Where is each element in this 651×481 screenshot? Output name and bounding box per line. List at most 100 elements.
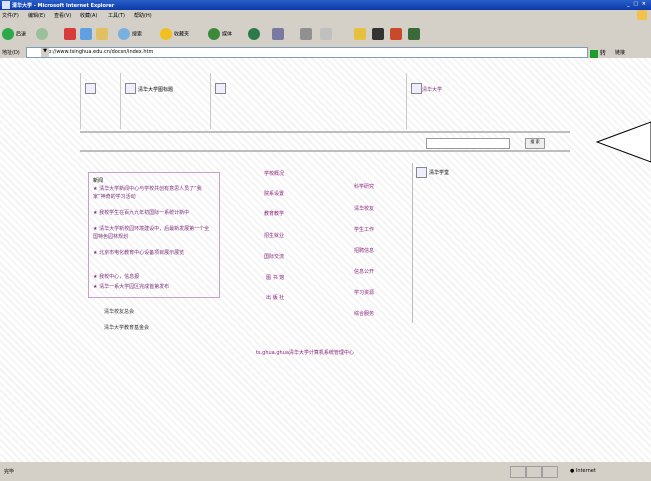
mail-icon xyxy=(272,28,284,40)
broken-image-icon xyxy=(125,83,136,94)
search-icon xyxy=(118,28,130,40)
nav-link[interactable]: 图 书 馆 xyxy=(266,274,284,281)
address-input[interactable]: http://www.tsinghua.edu.cn/docsn/index.h… xyxy=(26,47,588,58)
mail-button[interactable] xyxy=(272,28,286,40)
forward-button[interactable] xyxy=(36,28,50,40)
banner-image-text: 清华大学图标题 xyxy=(138,87,174,93)
nav-link[interactable]: 教育教学 xyxy=(264,210,284,217)
web-page: 清华大学图标题 清华大学 搜 索 新闻 ★ 清华大学新闻中心与学校共创有意思人员… xyxy=(0,58,651,462)
messenger-button[interactable] xyxy=(372,28,386,40)
status-panel xyxy=(542,466,558,478)
ie-icon xyxy=(2,1,10,9)
go-arrow-icon xyxy=(590,49,598,58)
address-label: 地址(D) xyxy=(2,50,20,56)
news-item[interactable]: ★ 我校学生在百九九年初国际一系统计新中 xyxy=(93,209,213,217)
divider xyxy=(80,131,570,133)
history-button[interactable] xyxy=(248,28,262,40)
forward-icon xyxy=(36,28,48,40)
title-bar: 清华大学 - Microsoft Internet Explorer _ □ × xyxy=(0,0,651,10)
news-item[interactable]: ★ 清华一系大学园区完成首第发布 xyxy=(93,283,213,291)
edit-icon xyxy=(320,28,332,40)
discuss-button[interactable] xyxy=(408,28,422,40)
stop-button[interactable] xyxy=(64,28,78,40)
research-icon xyxy=(390,28,402,40)
banner-cell-3 xyxy=(210,73,407,129)
back-icon xyxy=(2,28,14,40)
print-icon xyxy=(300,28,312,40)
media-icon xyxy=(208,28,220,40)
news-item[interactable]: ★ 清华大学新校园环境建设中，后最新发展第一个全国特色园林规划 xyxy=(93,225,213,241)
menu-edit[interactable]: 编辑(E) xyxy=(28,12,45,19)
favorites-button[interactable]: 收藏夹 xyxy=(160,28,189,40)
right-panel: 清华学堂 xyxy=(412,163,571,323)
nav-link[interactable]: 国际交流 xyxy=(264,253,284,260)
nav-link[interactable]: 出 版 社 xyxy=(266,294,284,301)
nav-link[interactable]: 科学研究 xyxy=(354,183,374,190)
broken-image-icon xyxy=(85,83,96,94)
menu-favorites[interactable]: 收藏(A) xyxy=(80,12,97,19)
site-search-input[interactable] xyxy=(426,138,510,149)
ie-logo-icon xyxy=(637,10,647,20)
nav-link[interactable]: 招生就业 xyxy=(264,232,284,239)
menu-tools[interactable]: 工具(T) xyxy=(108,12,125,19)
media-button[interactable]: 媒体 xyxy=(208,28,232,40)
nav-link[interactable]: 综合服务 xyxy=(354,310,374,317)
home-button[interactable] xyxy=(96,28,110,40)
site-search-button[interactable]: 搜 索 xyxy=(525,138,545,149)
menu-file[interactable]: 文件(F) xyxy=(2,12,19,19)
alumni-link[interactable]: 清华校友总会 xyxy=(104,308,134,315)
search-button[interactable]: 搜索 xyxy=(118,28,142,40)
messenger-icon xyxy=(372,28,384,40)
banner-cell-4 xyxy=(406,73,571,129)
menu-view[interactable]: 查看(V) xyxy=(54,12,71,19)
links-label[interactable]: 链接 xyxy=(615,49,625,56)
edit-button[interactable] xyxy=(320,28,334,40)
window-controls[interactable]: _ □ × xyxy=(627,1,647,7)
folder-button[interactable] xyxy=(354,28,368,40)
divider xyxy=(80,150,570,152)
news-box: 新闻 ★ 清华大学新闻中心与学校共创有意思人员了“我家”神奇的学习活动 ★ 我校… xyxy=(88,172,220,298)
star-icon xyxy=(160,28,172,40)
history-icon xyxy=(248,28,260,40)
broken-image-icon xyxy=(215,83,226,94)
nav-link[interactable]: 院系设置 xyxy=(264,190,284,197)
home-icon xyxy=(96,28,108,40)
go-button[interactable]: 转到 xyxy=(590,48,610,67)
folder-icon xyxy=(354,28,366,40)
banner-title: 清华大学 xyxy=(422,87,443,93)
status-panel xyxy=(510,466,526,478)
news-item[interactable]: ★ 我校中心，信息报 xyxy=(93,273,213,281)
nav-link[interactable]: 清华校友 xyxy=(354,205,374,212)
address-bar: 地址(D) http://www.tsinghua.edu.cn/docsn/i… xyxy=(0,46,651,67)
footer-text: ts.ghua.ghua清华大学计算机系统管理中心 xyxy=(256,350,354,356)
broken-image-icon xyxy=(416,167,427,178)
back-button[interactable]: 后退 xyxy=(2,28,26,40)
news-item[interactable]: ★ 清华大学新闻中心与学校共创有意思人员了“我家”神奇的学习活动 xyxy=(93,185,213,201)
news-heading: 新闻 xyxy=(93,178,104,184)
broken-image-icon xyxy=(411,83,422,94)
toolbar: 后退 搜索 收藏夹 媒体 xyxy=(0,20,651,46)
nav-link[interactable]: 信息公开 xyxy=(354,268,374,275)
status-bar: 完毕 ● Internet xyxy=(0,462,651,481)
banner-cell-1 xyxy=(80,73,121,129)
menu-bar: 文件(F) 编辑(E) 查看(V) 收藏(A) 工具(T) 帮助(H) xyxy=(0,10,651,20)
nav-link[interactable]: 学校概况 xyxy=(264,170,284,177)
stop-icon xyxy=(64,28,76,40)
status-zone: ● Internet xyxy=(570,468,596,474)
status-panel xyxy=(526,466,542,478)
menu-help[interactable]: 帮助(H) xyxy=(134,12,152,19)
print-button[interactable] xyxy=(300,28,314,40)
right-panel-title: 清华学堂 xyxy=(416,167,449,178)
header-banner: 清华大学图标题 清华大学 xyxy=(80,73,570,129)
nav-link[interactable]: 学习资源 xyxy=(354,289,374,296)
research-button[interactable] xyxy=(390,28,404,40)
address-dropdown-icon[interactable]: ▼ xyxy=(41,48,49,57)
refresh-icon xyxy=(80,28,92,40)
status-text: 完毕 xyxy=(4,469,15,475)
nav-link[interactable]: 学生工作 xyxy=(354,226,374,233)
nav-link[interactable]: 招聘信息 xyxy=(354,247,374,254)
news-item[interactable]: ★ 北京市电化教育中心设备项目展示展览 xyxy=(93,249,213,257)
banner-cell-2 xyxy=(120,73,211,129)
foundation-link[interactable]: 清华大学教育基金会 xyxy=(104,324,149,331)
refresh-button[interactable] xyxy=(80,28,94,40)
